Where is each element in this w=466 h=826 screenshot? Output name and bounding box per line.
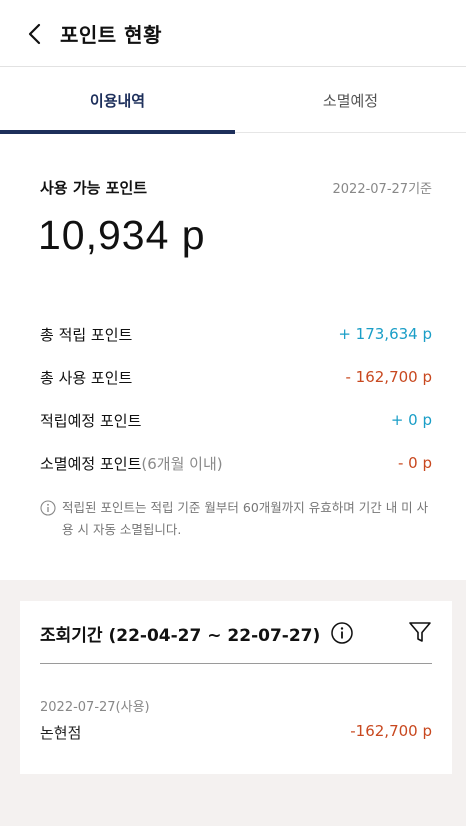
row-label-main: 소멸예정 포인트: [40, 454, 142, 473]
row-label-sub: (6개월 이내): [141, 454, 223, 473]
divider: [40, 663, 432, 664]
row-label: 적립예정 포인트: [40, 411, 142, 430]
tab-usage-history[interactable]: 이용내역: [0, 67, 235, 134]
transaction-amount: -162,700 p: [350, 722, 432, 740]
points-summary: 사용 가능 포인트 2022-07-27기준 10,934 p 총 적립 포인트…: [0, 134, 466, 580]
app-header: 포인트 현황: [0, 0, 466, 67]
total-used-row: 총 사용 포인트 - 162,700 p: [40, 365, 432, 389]
total-earned-row: 총 적립 포인트 + 173,634 p: [40, 322, 432, 346]
back-button[interactable]: [22, 20, 46, 48]
transaction-store: 논현점: [40, 724, 82, 742]
row-label: 소멸예정 포인트(6개월 이내): [40, 453, 223, 474]
available-points-label: 사용 가능 포인트: [40, 179, 148, 197]
history-card: 조회기간 (22-04-27 ~ 22-07-27) 2022-07-27(사용…: [20, 601, 452, 774]
row-label: 총 적립 포인트: [40, 325, 133, 344]
query-period: 조회기간 (22-04-27 ~ 22-07-27): [40, 626, 321, 646]
chevron-left-icon: [28, 23, 41, 45]
tab-bar: 이용내역 소멸예정: [0, 67, 466, 134]
period-info-button[interactable]: [331, 622, 353, 648]
row-value: + 0 p: [390, 411, 432, 429]
expiry-notice: 적립된 포인트는 적립 기준 월부터 60개월까지 유효하며 기간 내 미 사용…: [40, 497, 432, 541]
row-label: 총 사용 포인트: [40, 368, 133, 387]
row-value: + 173,634 p: [338, 325, 432, 343]
available-points-value: 10,934 p: [38, 212, 206, 258]
info-circle-icon: [331, 622, 353, 644]
expiring-row: 소멸예정 포인트(6개월 이내) - 0 p: [40, 451, 432, 475]
row-value: - 162,700 p: [345, 368, 433, 386]
as-of-date: 2022-07-27기준: [332, 182, 432, 197]
pending-earn-row: 적립예정 포인트 + 0 p: [40, 408, 432, 432]
row-value: - 0 p: [397, 454, 432, 472]
page-title: 포인트 현황: [60, 23, 162, 47]
filter-icon: [409, 622, 431, 642]
tab-expiring[interactable]: 소멸예정: [235, 67, 466, 133]
transaction-date: 2022-07-27(사용): [40, 700, 150, 715]
notice-text: 적립된 포인트는 적립 기준 월부터 60개월까지 유효하며 기간 내 미 사용…: [62, 500, 429, 537]
filter-button[interactable]: [408, 620, 432, 648]
info-circle-icon: [40, 500, 56, 516]
